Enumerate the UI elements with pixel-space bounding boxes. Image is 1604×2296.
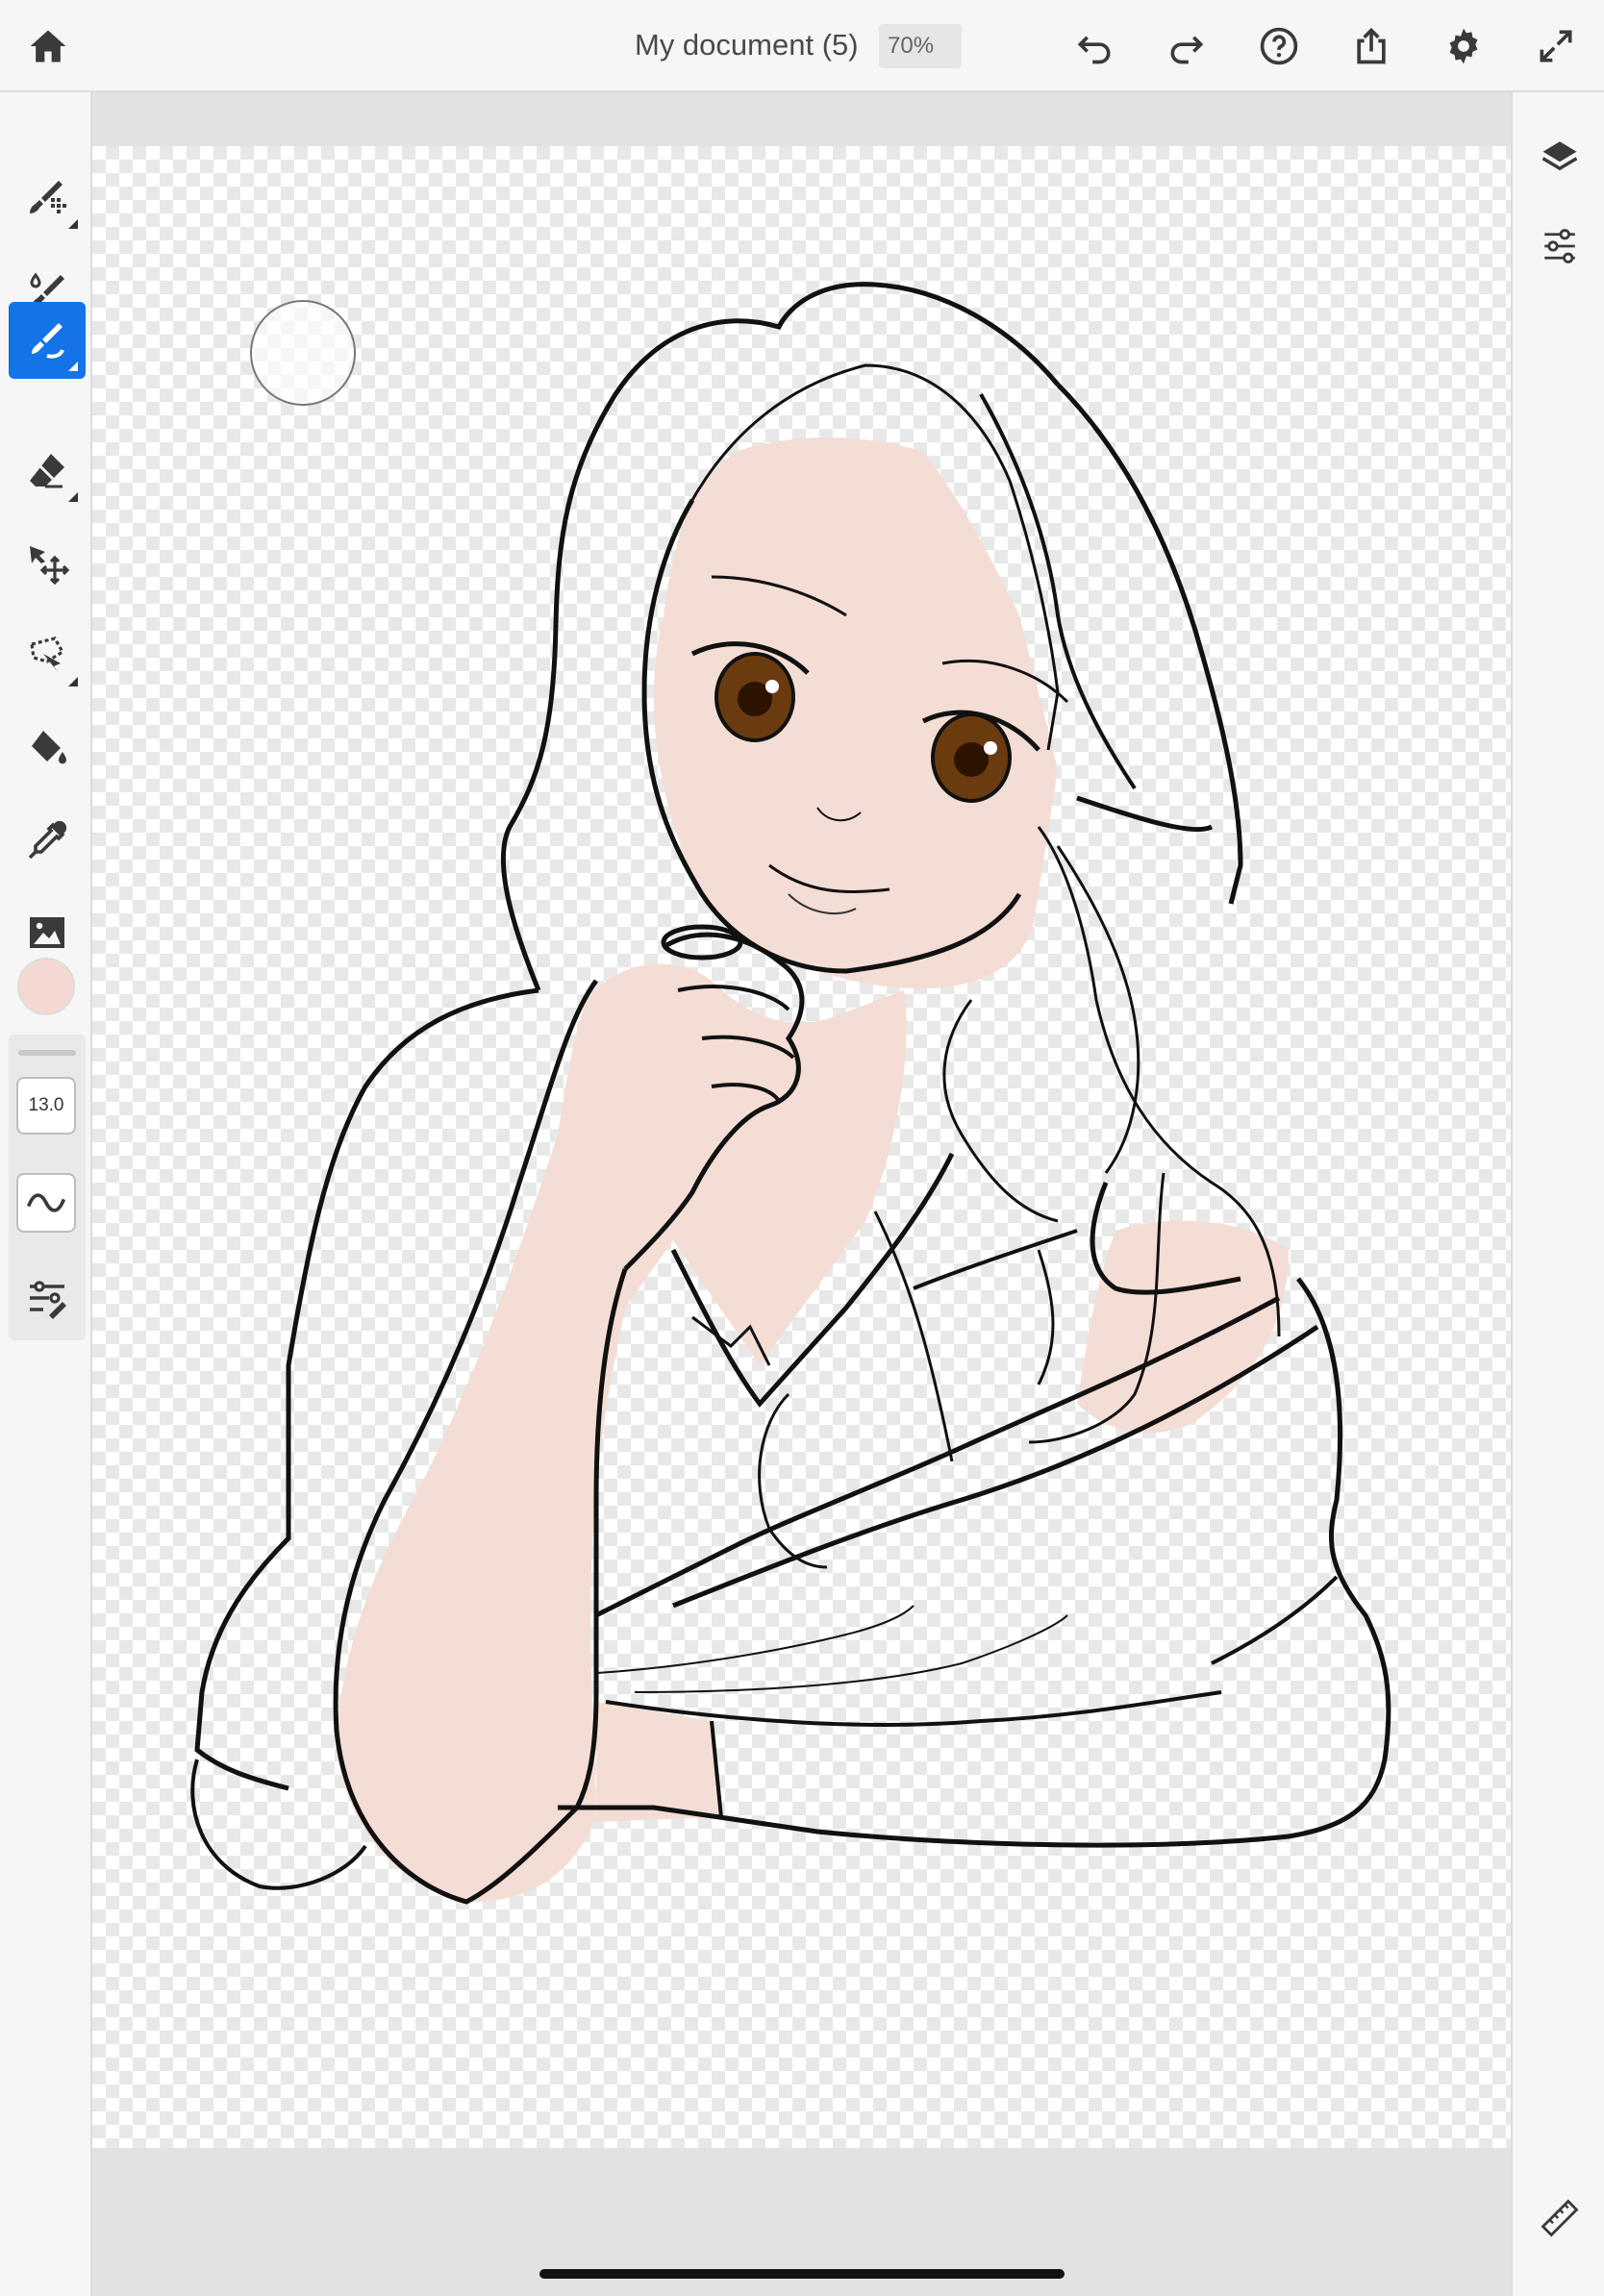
smoothing-button[interactable] <box>16 1173 76 1233</box>
vector-brush-tool[interactable] <box>9 302 86 379</box>
right-panel <box>1511 92 1604 2296</box>
brush-size-input[interactable]: 13.0 <box>16 1077 76 1135</box>
layers-button[interactable] <box>1536 133 1584 181</box>
smoothing-icon <box>26 1193 66 1212</box>
help-icon <box>1260 27 1298 65</box>
fill-bucket-icon <box>32 731 66 764</box>
fill-tool[interactable] <box>9 710 86 786</box>
lasso-icon <box>30 636 65 673</box>
settings-icon <box>1449 28 1478 64</box>
redo-button[interactable] <box>1160 19 1214 73</box>
settings-button[interactable] <box>1437 19 1491 73</box>
undo-icon <box>1077 36 1111 64</box>
drawing-canvas[interactable] <box>92 146 1511 2148</box>
pixel-brush-icon <box>30 181 66 213</box>
brush-options-icon <box>30 1281 66 1319</box>
brush-options-button[interactable] <box>9 1260 86 1336</box>
image-icon <box>30 917 64 948</box>
home-indicator[interactable] <box>539 2269 1065 2279</box>
current-color-swatch[interactable] <box>17 958 75 1015</box>
more-tools-indicator <box>68 219 78 229</box>
eyedropper-tool[interactable] <box>9 802 86 879</box>
layers-icon <box>1541 141 1578 171</box>
help-button[interactable] <box>1252 19 1306 73</box>
more-tools-indicator <box>68 362 78 371</box>
fullscreen-button[interactable] <box>1529 19 1583 73</box>
top-bar: My document (5) 70% <box>0 0 1604 92</box>
transform-tool[interactable] <box>9 525 86 602</box>
more-tools-indicator <box>68 492 78 502</box>
adjustments-icon <box>1544 229 1575 263</box>
share-icon <box>1357 27 1386 64</box>
canvas-area <box>92 92 1511 2296</box>
zoom-level[interactable]: 70% <box>879 24 962 68</box>
brush-cursor <box>250 300 356 406</box>
ruler-icon <box>1541 2199 1579 2237</box>
artwork-illustration <box>190 282 1391 1905</box>
fullscreen-icon <box>1540 30 1572 62</box>
redo-icon <box>1170 36 1204 64</box>
home-button[interactable] <box>21 19 75 73</box>
ruler-button[interactable] <box>1536 2194 1584 2242</box>
opacity-slider[interactable] <box>18 1050 76 1056</box>
more-tools-indicator <box>68 677 78 686</box>
home-icon <box>30 30 66 62</box>
vector-brush-icon <box>32 323 64 359</box>
eraser-icon <box>30 454 64 488</box>
transform-icon <box>30 546 70 586</box>
share-button[interactable] <box>1344 19 1398 73</box>
document-title[interactable]: My document (5) <box>635 21 859 69</box>
pixel-brush-tool[interactable] <box>9 160 86 237</box>
eyedropper-icon <box>28 820 67 860</box>
undo-button[interactable] <box>1067 19 1121 73</box>
eraser-tool[interactable] <box>9 433 86 510</box>
adjustments-button[interactable] <box>1536 222 1584 270</box>
lasso-tool[interactable] <box>9 617 86 694</box>
